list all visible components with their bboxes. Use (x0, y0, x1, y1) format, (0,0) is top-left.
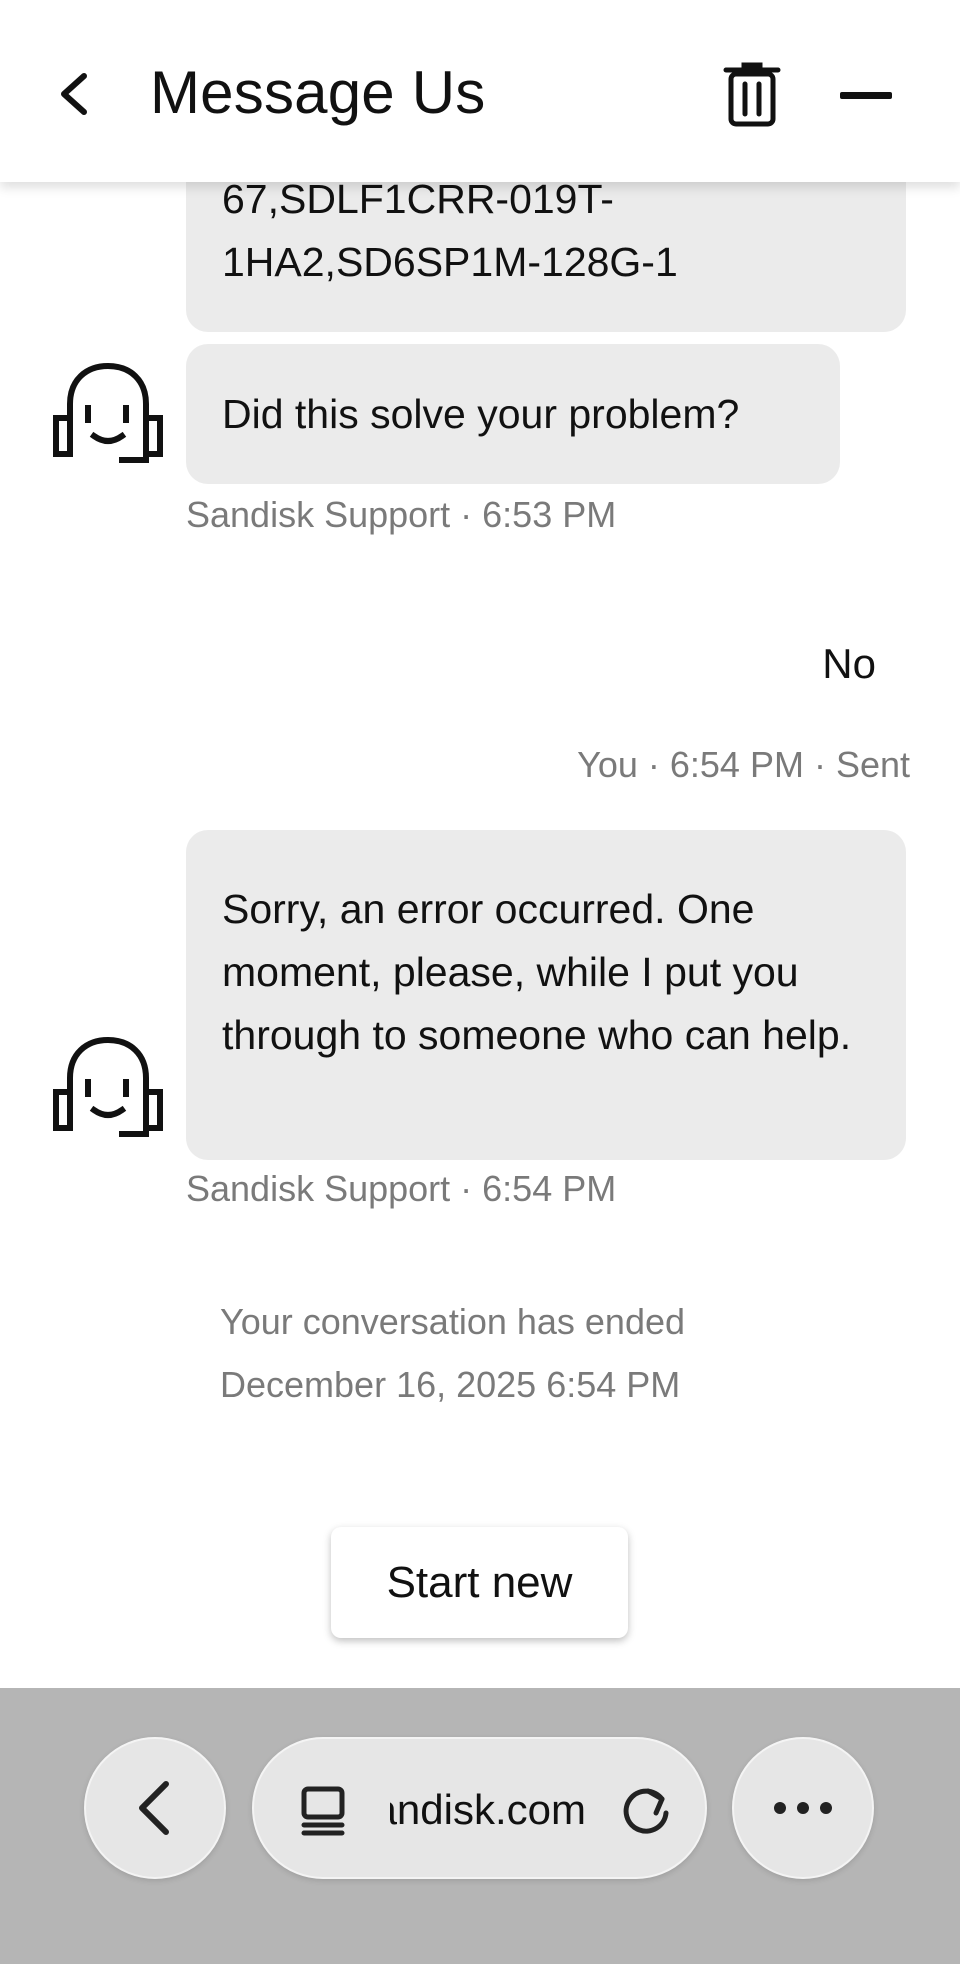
bot-message-bubble: Sorry, an error occurred. One moment, pl… (186, 830, 906, 1160)
start-new-button[interactable]: Start new (331, 1527, 628, 1638)
ended-timestamp: December 16, 2025 6:54 PM (220, 1364, 681, 1405)
support-agent-avatar-icon (52, 1032, 164, 1144)
message-meta: Sandisk Support · 6:53 PM (186, 494, 617, 535)
chevron-left-icon (61, 73, 87, 115)
tabs-icon[interactable] (298, 1785, 348, 1837)
chevron-left-icon (139, 1781, 169, 1835)
trash-icon (723, 62, 781, 127)
message-meta: Sandisk Support · 6:54 PM (186, 1168, 617, 1209)
back-button[interactable] (52, 66, 96, 122)
url-text[interactable]: sandisk.com (390, 1781, 586, 1839)
bot-message-line: 1HA2,SD6SP1M-128G-1 (222, 239, 678, 285)
user-message-text: No (822, 640, 876, 687)
message-meta: You · 6:54 PM · Sent (577, 744, 910, 785)
minimize-button[interactable] (840, 88, 892, 99)
page-title: Message Us (150, 59, 486, 126)
ended-text: Your conversation has ended (220, 1301, 686, 1342)
delete-conversation-button[interactable] (722, 62, 782, 128)
more-options-button[interactable] (732, 1737, 874, 1879)
reload-icon[interactable] (618, 1783, 674, 1839)
chat-transcript: 67,SDLF1CRR-019T- 1HA2,SD6SP1M-128G-1 Di… (0, 0, 960, 1688)
chat-header: Message Us (0, 0, 960, 182)
bot-message-bubble: Did this solve your problem? (186, 344, 840, 484)
bot-message-text: Sorry, an error occurred. One moment, pl… (222, 886, 852, 1058)
browser-toolbar: sandisk.com (0, 1688, 960, 1964)
minimize-icon (840, 92, 892, 99)
browser-back-button[interactable] (84, 1737, 226, 1879)
conversation-ended-notice: Your conversation has ended December 16,… (220, 1290, 685, 1416)
address-bar[interactable]: sandisk.com (252, 1737, 707, 1879)
more-horizontal-icon (774, 1802, 832, 1814)
bot-message-text: Did this solve your problem? (222, 390, 740, 437)
support-agent-avatar-icon (52, 358, 164, 470)
